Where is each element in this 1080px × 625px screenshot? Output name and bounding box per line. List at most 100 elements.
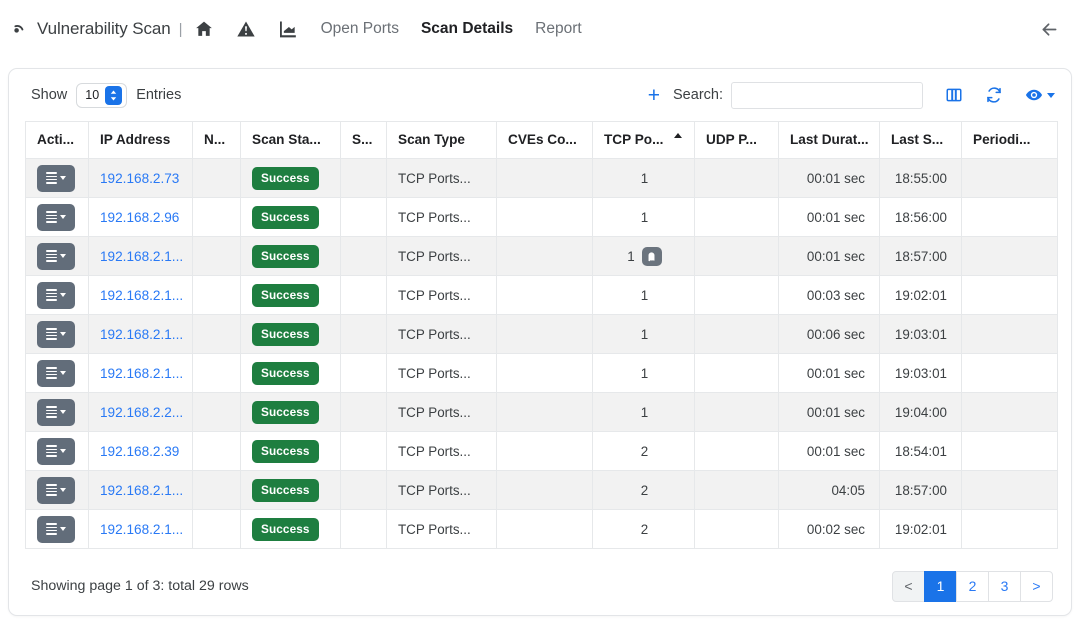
home-icon[interactable] bbox=[193, 18, 215, 40]
cell-scan-type: TCP Ports... bbox=[386, 392, 497, 432]
table-row[interactable]: 192.168.2.1... Success TCP Ports... 1 00:01 … bbox=[25, 353, 1058, 393]
chevron-down-icon[interactable] bbox=[1047, 92, 1055, 98]
col-n[interactable]: N... bbox=[192, 121, 241, 159]
cell-periodicity bbox=[961, 353, 1058, 393]
cell-scan-status: Success bbox=[240, 431, 341, 471]
table-row[interactable]: 192.168.2.1... Success TCP Ports... 2 00:02 … bbox=[25, 509, 1058, 549]
pagination-button-prev[interactable]: < bbox=[892, 570, 925, 602]
cell-cves-count bbox=[496, 236, 593, 276]
col-scan-status[interactable]: Scan Sta... bbox=[240, 121, 341, 159]
cell-ip-address: 192.168.2.1... bbox=[88, 314, 193, 354]
list-icon bbox=[46, 172, 57, 184]
brand-separator: | bbox=[178, 20, 183, 38]
row-actions-button[interactable] bbox=[37, 515, 75, 543]
col-periodicity[interactable]: Periodi... bbox=[961, 121, 1058, 159]
pagination-button-next[interactable]: > bbox=[1020, 570, 1053, 602]
pagination-button-1[interactable]: 1 bbox=[924, 570, 957, 602]
refresh-icon[interactable] bbox=[985, 86, 1003, 104]
cell-scan-status: Success bbox=[240, 314, 341, 354]
warning-triangle-icon[interactable] bbox=[235, 18, 257, 40]
cell-scan-type: TCP Ports... bbox=[386, 353, 497, 393]
cell-n bbox=[192, 392, 241, 432]
cell-scan-status: Success bbox=[240, 509, 341, 549]
cell-tcp-ports: 1 bbox=[592, 314, 695, 354]
table-row[interactable]: 192.168.2.73 Success TCP Ports... 1 00:01 se… bbox=[25, 158, 1058, 198]
ip-address-link[interactable]: 192.168.2.1... bbox=[100, 522, 183, 537]
cell-n bbox=[192, 314, 241, 354]
chevron-down-icon bbox=[60, 371, 66, 375]
ip-address-link[interactable]: 192.168.2.96 bbox=[100, 210, 179, 225]
table-row[interactable]: 192.168.2.1... Success TCP Ports... 1 00:03 … bbox=[25, 275, 1058, 315]
cell-n bbox=[192, 509, 241, 549]
row-actions-button[interactable] bbox=[37, 437, 75, 465]
pagination-button-2[interactable]: 2 bbox=[956, 570, 989, 602]
col-udp-ports[interactable]: UDP P... bbox=[694, 121, 779, 159]
col-cves-count[interactable]: CVEs Co... bbox=[496, 121, 593, 159]
status-badge: Success bbox=[252, 166, 319, 190]
table-row[interactable]: 192.168.2.1... Success TCP Ports... 1 00:01 … bbox=[25, 236, 1058, 276]
row-actions-button[interactable] bbox=[37, 242, 75, 270]
status-badge: Success bbox=[252, 400, 319, 424]
cell-actions bbox=[25, 236, 89, 276]
ip-address-link[interactable]: 192.168.2.1... bbox=[100, 288, 183, 303]
search-input[interactable] bbox=[731, 81, 923, 109]
status-badge: Success bbox=[252, 244, 319, 268]
cell-cves-count bbox=[496, 158, 593, 198]
tcp-ports-value: 1 bbox=[640, 326, 649, 342]
back-arrow-icon[interactable] bbox=[1036, 16, 1062, 42]
row-actions-button[interactable] bbox=[37, 203, 75, 231]
cell-s bbox=[340, 314, 387, 354]
cell-last-scan: 18:55:00 bbox=[879, 158, 962, 198]
cell-n bbox=[192, 158, 241, 198]
row-actions-button[interactable] bbox=[37, 476, 75, 504]
table-header-row: Acti... IP Address N... Scan Sta... S...… bbox=[25, 121, 1058, 159]
col-ip-address[interactable]: IP Address bbox=[88, 121, 193, 159]
eye-icon[interactable] bbox=[1025, 86, 1055, 104]
pagination-button-3[interactable]: 3 bbox=[988, 570, 1021, 602]
top-navigation-bar: Vulnerability Scan | Open Ports Scan Det… bbox=[0, 0, 1080, 58]
row-actions-button[interactable] bbox=[37, 398, 75, 426]
cell-actions bbox=[25, 509, 89, 549]
port-info-icon[interactable] bbox=[641, 246, 662, 266]
stepper-icon[interactable] bbox=[105, 85, 123, 105]
ip-address-link[interactable]: 192.168.2.1... bbox=[100, 366, 183, 381]
entries-select[interactable]: 10 bbox=[76, 82, 128, 108]
nav-link-open-ports[interactable]: Open Ports bbox=[321, 20, 399, 38]
nav-link-report[interactable]: Report bbox=[535, 20, 582, 38]
col-last-duration[interactable]: Last Durat... bbox=[778, 121, 880, 159]
col-scan-type[interactable]: Scan Type bbox=[386, 121, 497, 159]
chart-icon[interactable] bbox=[277, 18, 299, 40]
cell-s bbox=[340, 431, 387, 471]
col-s[interactable]: S... bbox=[340, 121, 387, 159]
columns-icon[interactable] bbox=[945, 86, 963, 104]
table-row[interactable]: 192.168.2.2... Success TCP Ports... 1 00:01 … bbox=[25, 392, 1058, 432]
table-row[interactable]: 192.168.2.39 Success TCP Ports... 2 00:01 se… bbox=[25, 431, 1058, 471]
row-actions-button[interactable] bbox=[37, 320, 75, 348]
nav-link-scan-details[interactable]: Scan Details bbox=[421, 20, 513, 38]
add-icon[interactable]: + bbox=[648, 85, 660, 106]
table-row[interactable]: 192.168.2.1... Success TCP Ports... 1 00:06 … bbox=[25, 314, 1058, 354]
cell-scan-type: TCP Ports... bbox=[386, 314, 497, 354]
cell-s bbox=[340, 353, 387, 393]
ip-address-link[interactable]: 192.168.2.1... bbox=[100, 249, 183, 264]
table-row[interactable]: 192.168.2.96 Success TCP Ports... 1 00:01 se… bbox=[25, 197, 1058, 237]
ip-address-link[interactable]: 192.168.2.1... bbox=[100, 327, 183, 342]
row-actions-button[interactable] bbox=[37, 164, 75, 192]
ip-address-link[interactable]: 192.168.2.2... bbox=[100, 405, 183, 420]
cell-udp-ports bbox=[694, 275, 779, 315]
cell-scan-type: TCP Ports... bbox=[386, 509, 497, 549]
cell-s bbox=[340, 470, 387, 510]
table-row[interactable]: 192.168.2.1... Success TCP Ports... 2 04:05 1… bbox=[25, 470, 1058, 510]
ip-address-link[interactable]: 192.168.2.73 bbox=[100, 171, 179, 186]
col-actions[interactable]: Acti... bbox=[25, 121, 89, 159]
cell-periodicity bbox=[961, 431, 1058, 471]
ip-address-link[interactable]: 192.168.2.39 bbox=[100, 444, 179, 459]
col-last-scan[interactable]: Last S... bbox=[879, 121, 962, 159]
col-tcp-ports[interactable]: TCP Po... bbox=[592, 121, 695, 159]
cell-s bbox=[340, 509, 387, 549]
ip-address-link[interactable]: 192.168.2.1... bbox=[100, 483, 183, 498]
row-actions-button[interactable] bbox=[37, 281, 75, 309]
row-actions-button[interactable] bbox=[37, 359, 75, 387]
status-badge: Success bbox=[252, 517, 319, 541]
cell-periodicity bbox=[961, 275, 1058, 315]
